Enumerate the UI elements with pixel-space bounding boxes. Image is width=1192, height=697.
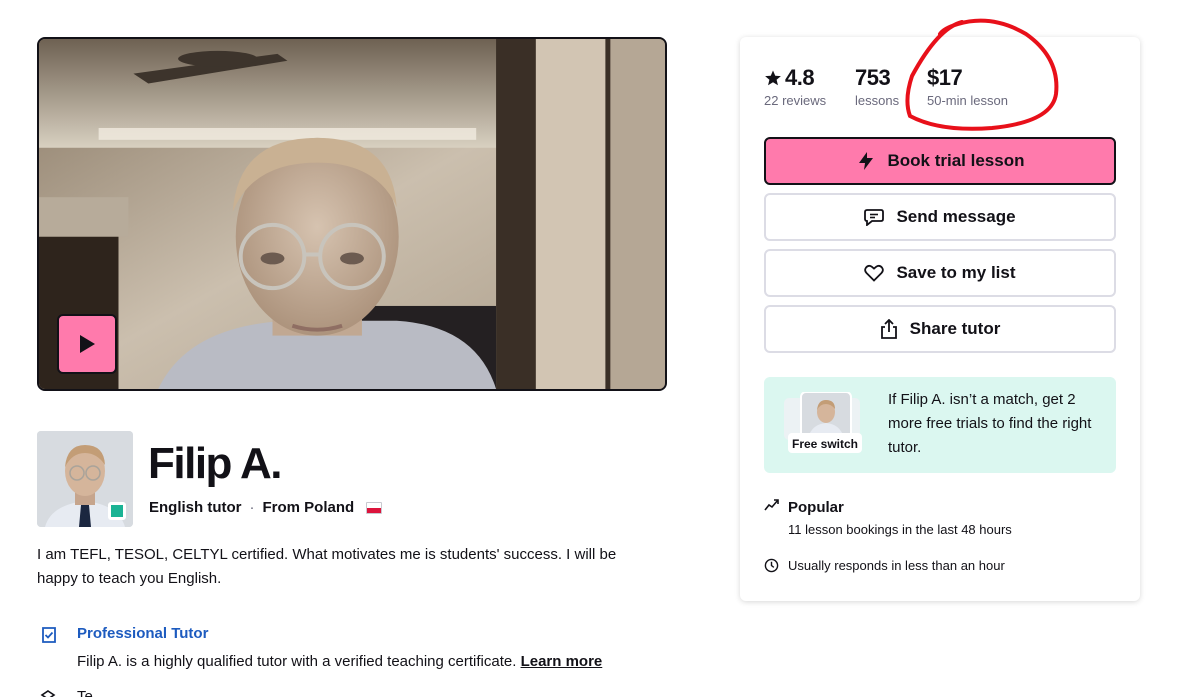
- book-trial-label: Book trial lesson: [887, 151, 1025, 170]
- booking-card: 4.8 22 reviews 753 lessons $17 50-min le…: [740, 37, 1140, 601]
- reviews-count[interactable]: 22 reviews: [764, 93, 826, 108]
- poland-flag-icon: [366, 501, 383, 514]
- tutor-role: English tutor: [149, 499, 242, 516]
- rating-stat: 4.8 22 reviews: [764, 65, 826, 108]
- video-frame: [39, 39, 665, 389]
- tutor-name: Filip A.: [148, 439, 283, 488]
- lightning-icon: [858, 152, 873, 170]
- play-icon: [80, 335, 95, 353]
- lessons-label: lessons: [855, 93, 900, 108]
- popular-desc: 11 lesson bookings in the last 48 hours: [788, 522, 1012, 537]
- free-switch-text: If Filip A. isn’t a match, get 2 more fr…: [888, 391, 1092, 456]
- certificate-check-icon: [42, 627, 56, 643]
- free-switch-image: Free switch: [782, 391, 862, 456]
- send-message-button[interactable]: Send message: [764, 193, 1116, 241]
- partial-item-label: Te: [77, 688, 93, 697]
- free-switch-banner: Free switch If Filip A. isn’t a match, g…: [764, 377, 1116, 473]
- tutor-bio: I am TEFL, TESOL, CELTYL certified. What…: [37, 546, 617, 587]
- message-icon: [864, 209, 885, 226]
- save-to-list-label: Save to my list: [896, 263, 1016, 282]
- response-time: Usually responds in less than an hour: [788, 558, 1005, 573]
- share-tutor-label: Share tutor: [909, 319, 1001, 338]
- lessons-value: 753: [855, 65, 891, 90]
- professional-tutor-desc: Filip A. is a highly qualified tutor wit…: [77, 653, 602, 670]
- book-trial-button[interactable]: Book trial lesson: [764, 137, 1116, 185]
- learn-more-link[interactable]: Learn more: [521, 653, 603, 670]
- trending-icon: [764, 499, 779, 511]
- tutor-subline: English tutor · From Poland: [149, 499, 383, 516]
- price-label: 50-min lesson: [927, 93, 1008, 108]
- play-button[interactable]: [57, 314, 117, 374]
- popular-title: Popular: [788, 499, 844, 516]
- tutor-origin: From Poland: [262, 499, 355, 516]
- intro-video[interactable]: [37, 37, 667, 391]
- star-icon: [765, 70, 781, 86]
- partial-icon: [40, 690, 56, 697]
- save-to-list-button[interactable]: Save to my list: [764, 249, 1116, 297]
- price-stat: $17 50-min lesson: [927, 65, 1008, 108]
- professional-tutor-title: Professional Tutor: [77, 625, 209, 642]
- online-status-badge: [108, 502, 126, 520]
- share-icon: [880, 319, 897, 339]
- rating-value: 4.8: [785, 65, 815, 90]
- price-value: $17: [927, 65, 963, 90]
- separator: ·: [249, 499, 255, 516]
- share-tutor-button[interactable]: Share tutor: [764, 305, 1116, 353]
- clock-icon: [764, 558, 779, 573]
- heart-icon: [864, 264, 885, 282]
- professional-tutor-text: Filip A. is a highly qualified tutor wit…: [77, 653, 517, 670]
- lessons-stat: 753 lessons: [855, 65, 899, 108]
- free-switch-tag: Free switch: [791, 437, 859, 451]
- send-message-label: Send message: [896, 207, 1016, 226]
